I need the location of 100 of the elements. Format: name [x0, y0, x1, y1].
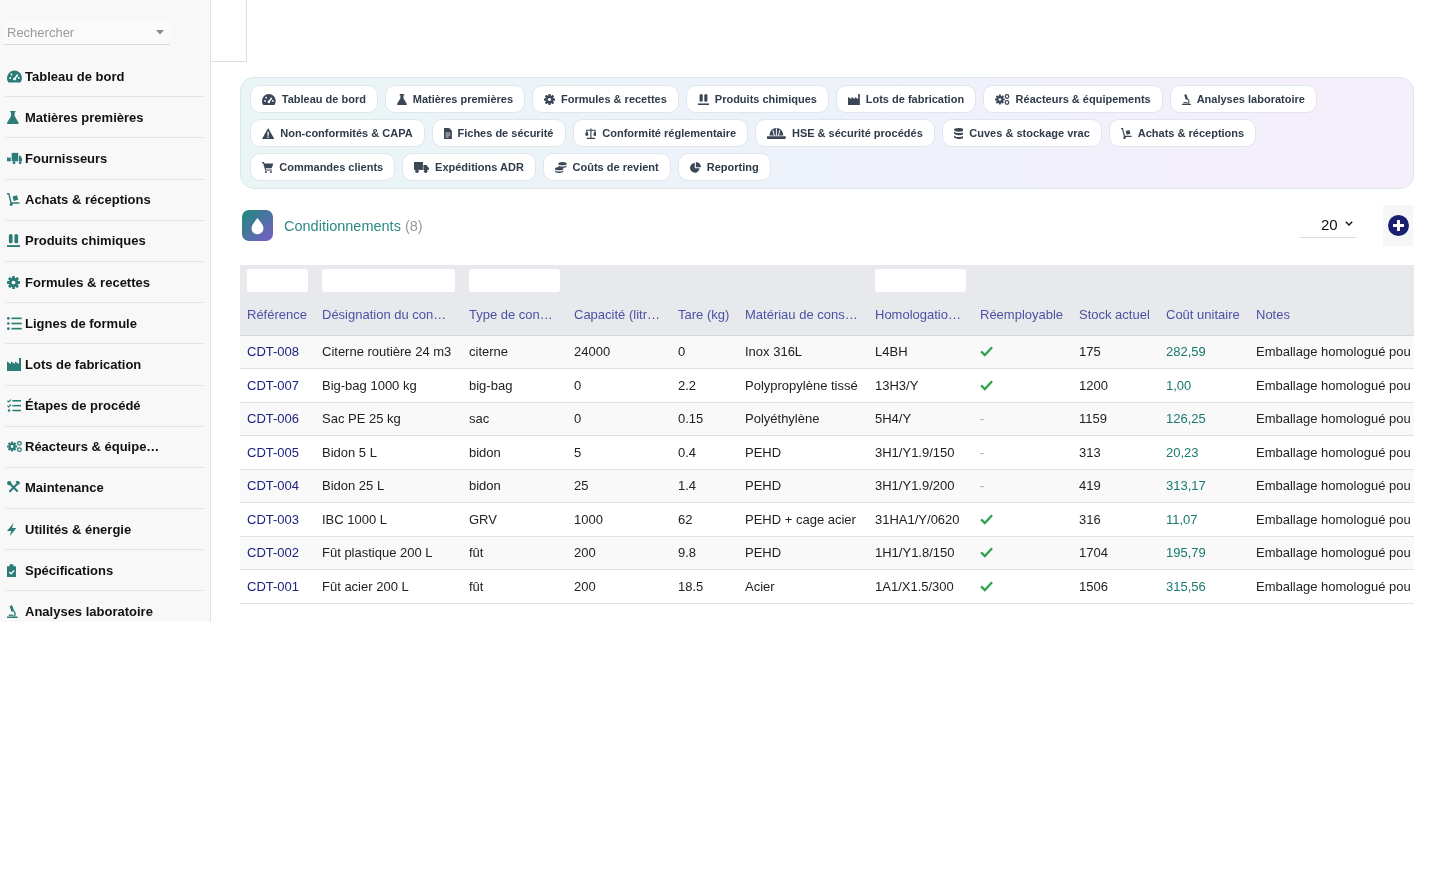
column-header[interactable]: Stock actuel — [1072, 295, 1159, 335]
table-cell: 20,23 — [1159, 435, 1249, 469]
reference-link[interactable]: CDT-001 — [247, 578, 300, 594]
table-cell: 200 — [567, 569, 671, 603]
add-button[interactable] — [1383, 205, 1413, 246]
column-header[interactable]: Référence — [240, 295, 315, 335]
lightning-icon — [7, 522, 17, 536]
reference-link[interactable]: CDT-003 — [247, 511, 300, 527]
table-cell: 1,00 — [1159, 368, 1249, 402]
column-header[interactable]: Notes — [1249, 295, 1414, 335]
sidebar-item[interactable]: Fournisseurs — [5, 138, 204, 180]
table-cell: bidon — [462, 435, 567, 469]
nav-chip[interactable]: Conformité réglementaire — [572, 119, 749, 147]
column-header[interactable]: Désignation du con… — [315, 295, 462, 335]
reference-link[interactable]: CDT-007 — [247, 377, 300, 393]
column-header[interactable]: Tare (kg) — [671, 295, 738, 335]
sidebar-item[interactable]: Maintenance — [5, 467, 204, 510]
sidebar-item[interactable]: Lots de fabrication — [5, 344, 204, 386]
nav-chip[interactable]: Tableau de bord — [250, 85, 378, 113]
table-cell: 1506 — [1072, 569, 1159, 603]
truck-icon — [414, 161, 430, 173]
nav-chip[interactable]: Expéditions ADR — [402, 153, 536, 181]
sidebar-item[interactable]: Utilités & énergie — [5, 509, 204, 551]
truck-icon — [7, 151, 22, 165]
sidebar-item[interactable]: Spécifications — [5, 550, 204, 592]
sidebar-item[interactable]: Produits chimiques — [5, 220, 204, 262]
reference-link[interactable]: CDT-008 — [247, 344, 300, 360]
tools-icon — [7, 481, 20, 495]
table-cell: 5H4/Y — [868, 402, 973, 436]
table-cell: fût — [462, 569, 567, 603]
sidebar-item[interactable]: Formules & recettes — [5, 261, 204, 304]
nav-chip[interactable]: Formules & recettes — [532, 85, 679, 113]
sidebar-item[interactable]: Matières premières — [5, 97, 204, 139]
table-cell: IBC 1000 L — [315, 502, 462, 536]
column-header[interactable]: Matériau de cons… — [738, 295, 868, 335]
page-size-select[interactable]: 20 — [1300, 213, 1356, 238]
document-icon — [443, 127, 452, 139]
table-cell: Sac PE 25 kg — [315, 402, 462, 436]
table-cell: Polypropylène tissé — [738, 368, 868, 402]
table-cell: big-bag — [462, 368, 567, 402]
sidebar-item[interactable]: Réacteurs & équipe… — [5, 426, 204, 468]
table-cell: 0 — [567, 368, 671, 402]
microscope-icon — [7, 605, 18, 619]
hand-truck-icon — [7, 193, 20, 207]
nav-chip[interactable]: Cuves & stockage vrac — [941, 119, 1102, 147]
test-tubes-icon — [697, 93, 709, 105]
table-cell: 5 — [567, 435, 671, 469]
table-cell: Fût plastique 200 L — [315, 536, 462, 570]
nav-chip[interactable]: Reporting — [677, 153, 771, 181]
column-header[interactable]: Capacité (litr… — [567, 295, 671, 335]
sidebar-item[interactable]: Étapes de procédé — [5, 385, 204, 427]
column-header[interactable]: Type de con… — [462, 295, 567, 335]
nav-chip[interactable]: Commandes clients — [250, 153, 396, 181]
reference-link[interactable]: CDT-005 — [247, 444, 300, 460]
column-header[interactable]: Homologatio… — [868, 295, 973, 335]
nav-chip[interactable]: Fiches de sécurité — [431, 119, 566, 147]
table-cell: Emballage homologué pou — [1249, 368, 1414, 402]
nav-chip[interactable]: Coûts de revient — [542, 153, 671, 181]
table-cell: 11,07 — [1159, 502, 1249, 536]
table-cell: PEHD — [738, 435, 868, 469]
table-cell: sac — [462, 402, 567, 436]
table-cell: Bidon 25 L — [315, 469, 462, 503]
reference-link[interactable]: CDT-002 — [247, 545, 300, 561]
table-cell: citerne — [462, 335, 567, 369]
sidebar-item[interactable]: Analyses laboratoire — [5, 591, 204, 622]
caret-down-icon — [156, 30, 164, 35]
microscope-icon — [1181, 93, 1191, 105]
table-cell: Bidon 5 L — [315, 435, 462, 469]
sidebar-item[interactable]: Tableau de bord — [5, 56, 204, 98]
column-header[interactable]: Coût unitaire — [1159, 295, 1249, 335]
nav-chip[interactable]: Analyses laboratoire — [1169, 85, 1317, 113]
table-cell: - — [973, 435, 1072, 469]
table-cell: Acier — [738, 569, 868, 603]
nav-chip[interactable]: Achats & réceptions — [1108, 119, 1257, 147]
nav-chip[interactable]: Réacteurs & équipements — [983, 85, 1163, 113]
column-header[interactable]: Réemployable — [973, 295, 1072, 335]
item-count: (8) — [404, 217, 423, 234]
nav-chip[interactable]: Matières premières — [384, 85, 526, 113]
reference-link[interactable]: CDT-004 — [247, 478, 300, 494]
reference-link[interactable]: CDT-006 — [247, 411, 300, 427]
table-cell: Polyéthylène — [738, 402, 868, 436]
nav-chip[interactable]: Non-conformités & CAPA — [250, 119, 425, 147]
nav-chip[interactable]: Lots de fabrication — [835, 85, 977, 113]
test-tubes-icon — [7, 234, 20, 248]
table-cell: 1000 — [567, 502, 671, 536]
table-cell: Emballage homologué pou — [1249, 335, 1414, 369]
hand-truck-icon — [1120, 127, 1132, 139]
table-cell: 9.8 — [671, 536, 738, 570]
nav-chip[interactable]: HSE & sécurité procédés — [755, 119, 935, 147]
table-cell: 1704 — [1072, 536, 1159, 570]
sidebar-item[interactable]: Lignes de formule — [5, 303, 204, 345]
table-cell: 175 — [1072, 335, 1159, 369]
table-cell: Fût acier 200 L — [315, 569, 462, 603]
table-cell: 1A1/X1.5/300 — [868, 569, 973, 603]
gears-icon — [995, 93, 1010, 105]
sidebar-item[interactable]: Achats & réceptions — [5, 179, 204, 221]
list-icon — [7, 316, 22, 330]
nav-chip[interactable]: Produits chimiques — [685, 85, 829, 113]
table-cell: 282,59 — [1159, 335, 1249, 369]
table-cell: 313,17 — [1159, 469, 1249, 503]
